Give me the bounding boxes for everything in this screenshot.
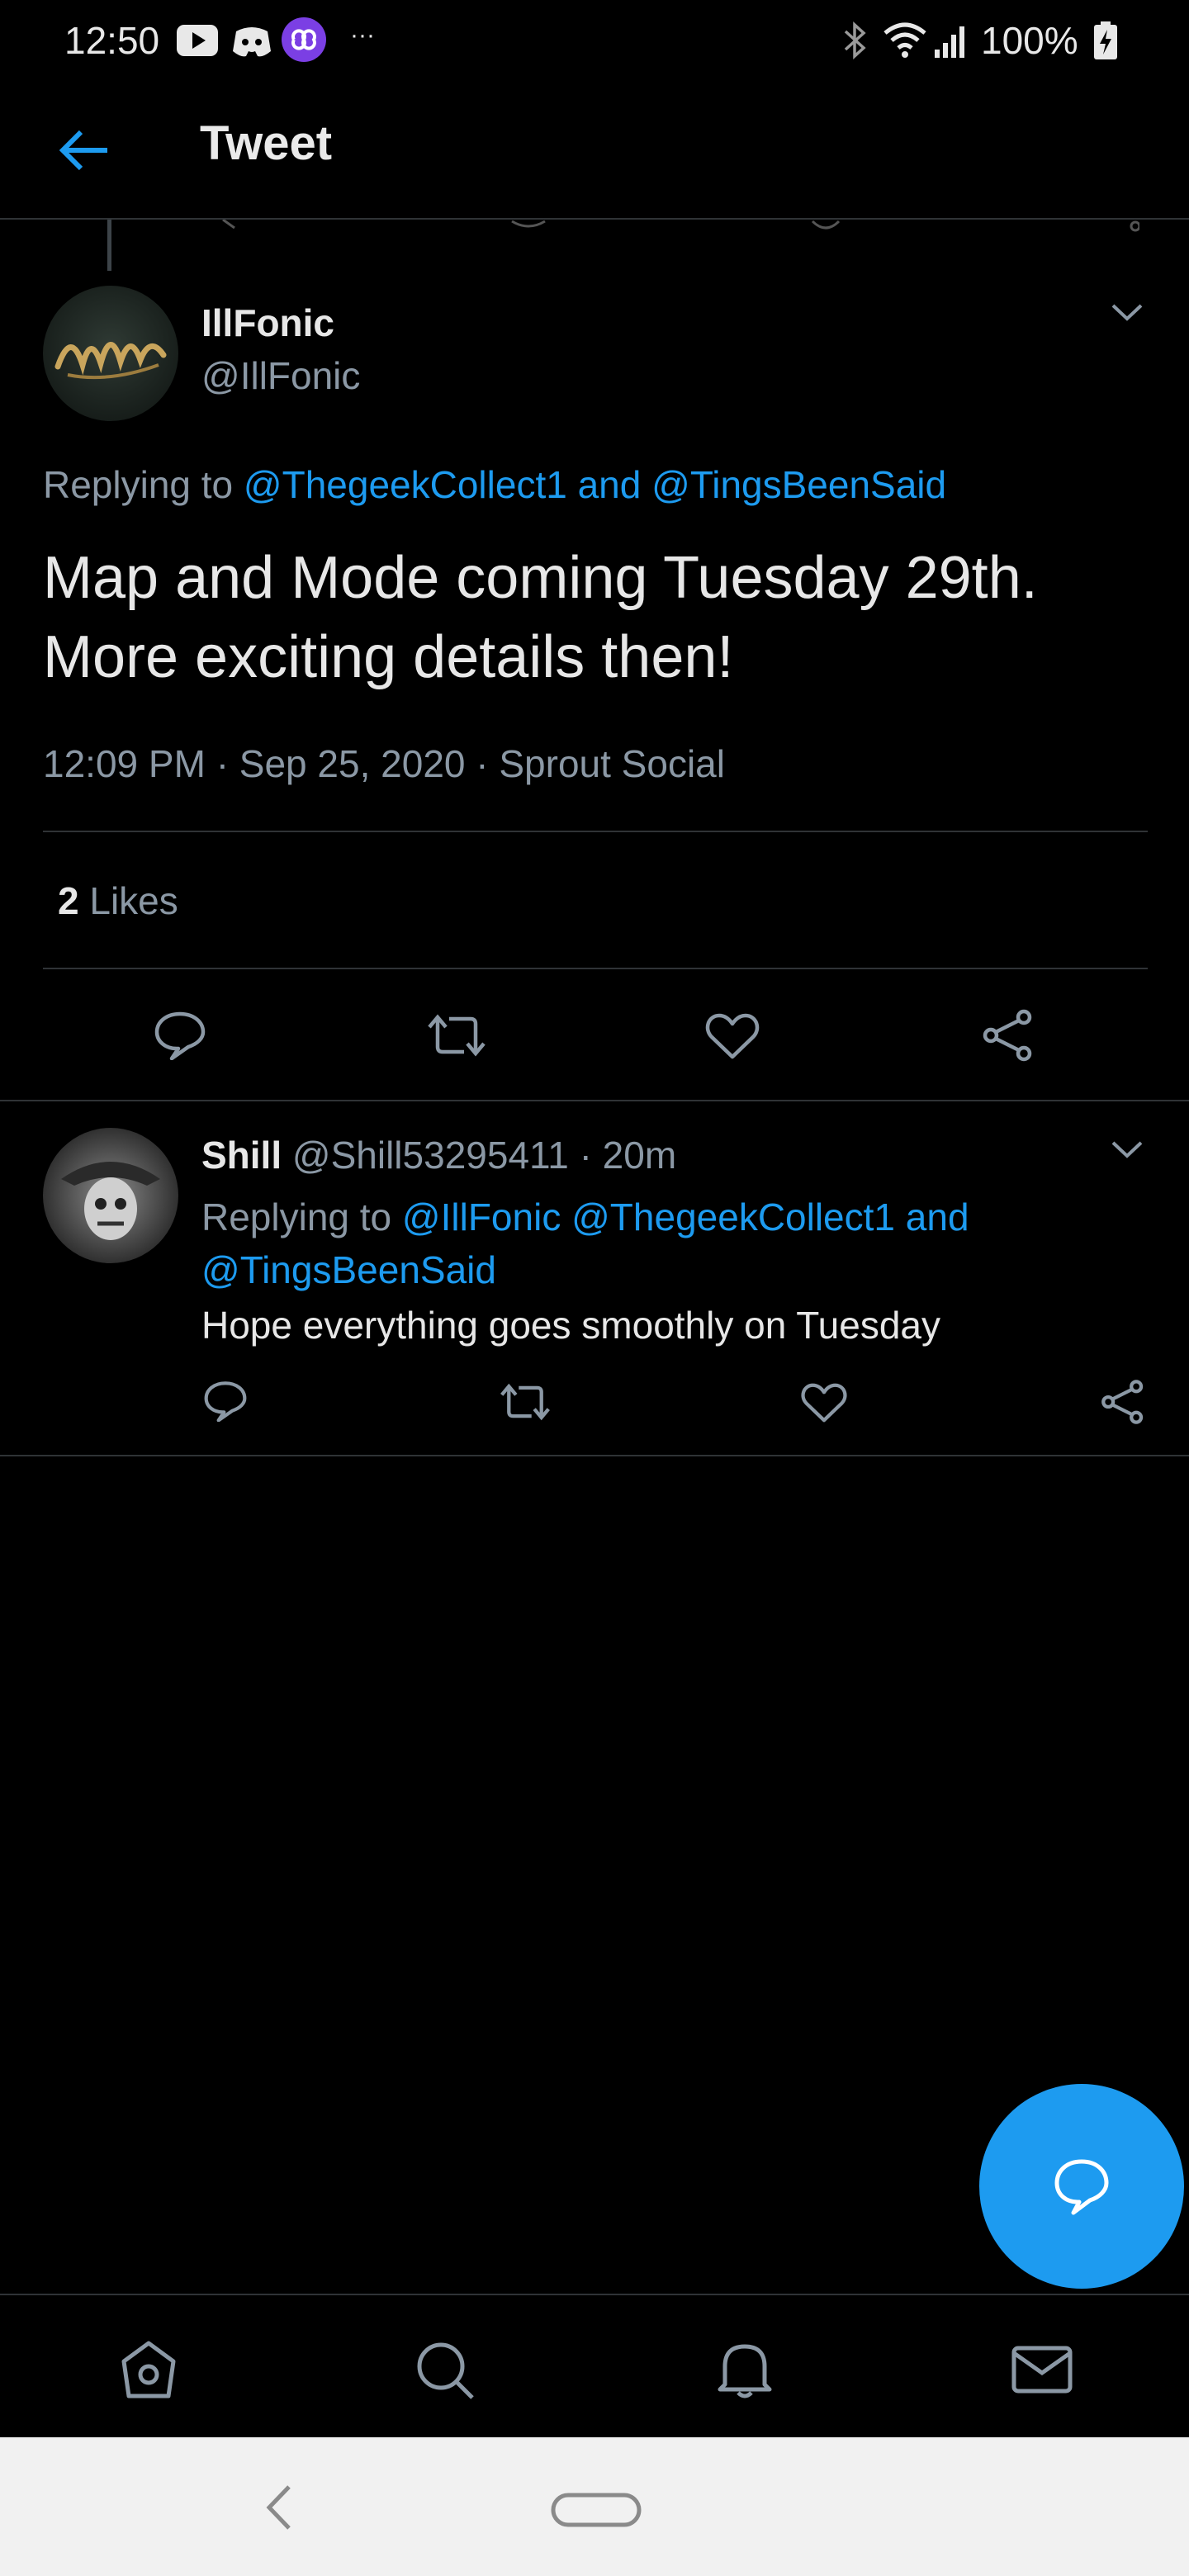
tweet-metadata: 12:09 PM · Sep 25, 2020 · Sprout Social — [43, 741, 725, 786]
reply-header: Shill @Shill53295411 · 20m — [201, 1133, 676, 1177]
reply-text: Hope everything goes smoothly on Tuesday — [201, 1304, 940, 1347]
compose-reply-button[interactable] — [979, 2084, 1184, 2289]
separator: · — [579, 1134, 592, 1177]
app-icon — [281, 17, 327, 63]
share-icon — [983, 1009, 1032, 1062]
battery-icon — [1092, 20, 1120, 61]
tweet-menu-button[interactable] — [1108, 301, 1146, 325]
divider — [43, 968, 1148, 969]
reply-icon — [204, 1381, 247, 1422]
separator: · — [476, 742, 489, 785]
share-button[interactable] — [1100, 1379, 1146, 1425]
tweet-source[interactable]: Sprout Social — [499, 742, 725, 785]
search-icon[interactable] — [413, 2338, 479, 2401]
battery-percentage: 100% — [981, 19, 1078, 62]
discord-icon — [230, 20, 274, 61]
signal-icon — [931, 20, 973, 61]
heart-icon — [705, 1013, 760, 1059]
likes-count[interactable]: 2 Likes — [58, 878, 178, 923]
reply-menu-button[interactable] — [1108, 1138, 1146, 1163]
retweet-button[interactable] — [426, 1012, 487, 1058]
previous-tweet-actions — [215, 220, 1139, 234]
chevron-left-icon — [266, 2485, 291, 2530]
notifications-icon[interactable] — [712, 2338, 778, 2401]
home-pill-icon — [551, 2493, 642, 2527]
share-button[interactable] — [981, 1009, 1035, 1062]
reply-replying-to: Replying to @IllFonic @ThegeekCollect1 a… — [201, 1191, 1110, 1296]
youtube-icon — [175, 20, 220, 61]
wifi-icon — [882, 20, 928, 61]
system-back-button[interactable] — [258, 2479, 299, 2536]
system-home-button[interactable] — [550, 2492, 642, 2528]
tweet-text-line: More exciting details then! — [43, 624, 734, 690]
replying-prefix: Replying to — [43, 463, 234, 506]
avatar[interactable] — [43, 1128, 178, 1263]
status-time: 12:50 — [64, 19, 160, 62]
chevron-down-icon — [1111, 1141, 1143, 1158]
thread-connector — [107, 220, 111, 271]
divider — [0, 1100, 1189, 1101]
like-button[interactable] — [705, 1012, 760, 1060]
retweet-button[interactable] — [499, 1382, 552, 1422]
reply-author-name[interactable]: Shill — [201, 1134, 282, 1177]
home-icon[interactable] — [116, 2338, 182, 2401]
share-icon — [1101, 1380, 1144, 1424]
replying-to: Replying to @ThegeekCollect1 and @TingsB… — [43, 462, 946, 507]
system-nav-bar — [0, 2437, 1189, 2576]
retweet-icon — [428, 1014, 486, 1057]
reply-icon — [1054, 2159, 1109, 2215]
reply-author-handle[interactable]: @Shill53295411 — [292, 1134, 569, 1177]
reply-button[interactable] — [154, 1011, 206, 1060]
avatar[interactable] — [43, 286, 178, 421]
tweet-date: Sep 25, 2020 — [239, 742, 466, 785]
reply-age: 20m — [602, 1134, 677, 1177]
bluetooth-icon — [841, 20, 869, 61]
separator: · — [216, 742, 230, 785]
reply-icon — [154, 1011, 206, 1060]
retweet-icon — [500, 1383, 550, 1421]
back-button[interactable] — [50, 116, 119, 185]
divider — [0, 1455, 1189, 1456]
author-name[interactable]: IllFonic — [201, 301, 334, 345]
bottom-nav — [0, 2294, 1189, 2437]
replying-prefix: Replying to — [201, 1196, 392, 1238]
likes-number: 2 — [58, 879, 79, 922]
status-bar: 12:50 ··· 100% — [0, 0, 1189, 83]
replying-to-users-link[interactable]: @ThegeekCollect1 and @TingsBeenSaid — [244, 463, 946, 506]
page-title: Tweet — [200, 116, 333, 170]
likes-label: Likes — [89, 879, 178, 922]
more-notifications-icon: ··· — [350, 21, 375, 49]
divider — [43, 831, 1148, 832]
heart-icon — [801, 1383, 847, 1423]
tweet-time: 12:09 PM — [43, 742, 206, 785]
like-button[interactable] — [801, 1382, 847, 1423]
back-arrow-icon — [59, 130, 107, 171]
author-handle[interactable]: @IllFonic — [201, 353, 360, 398]
messages-icon[interactable] — [1009, 2338, 1075, 2401]
reply-button[interactable] — [203, 1380, 248, 1422]
chevron-down-icon — [1111, 304, 1143, 321]
tweet-text: Map and Mode coming Tuesday 29th. More e… — [43, 538, 1149, 697]
tweet-text-line: Map and Mode coming Tuesday 29th. — [43, 545, 1038, 611]
